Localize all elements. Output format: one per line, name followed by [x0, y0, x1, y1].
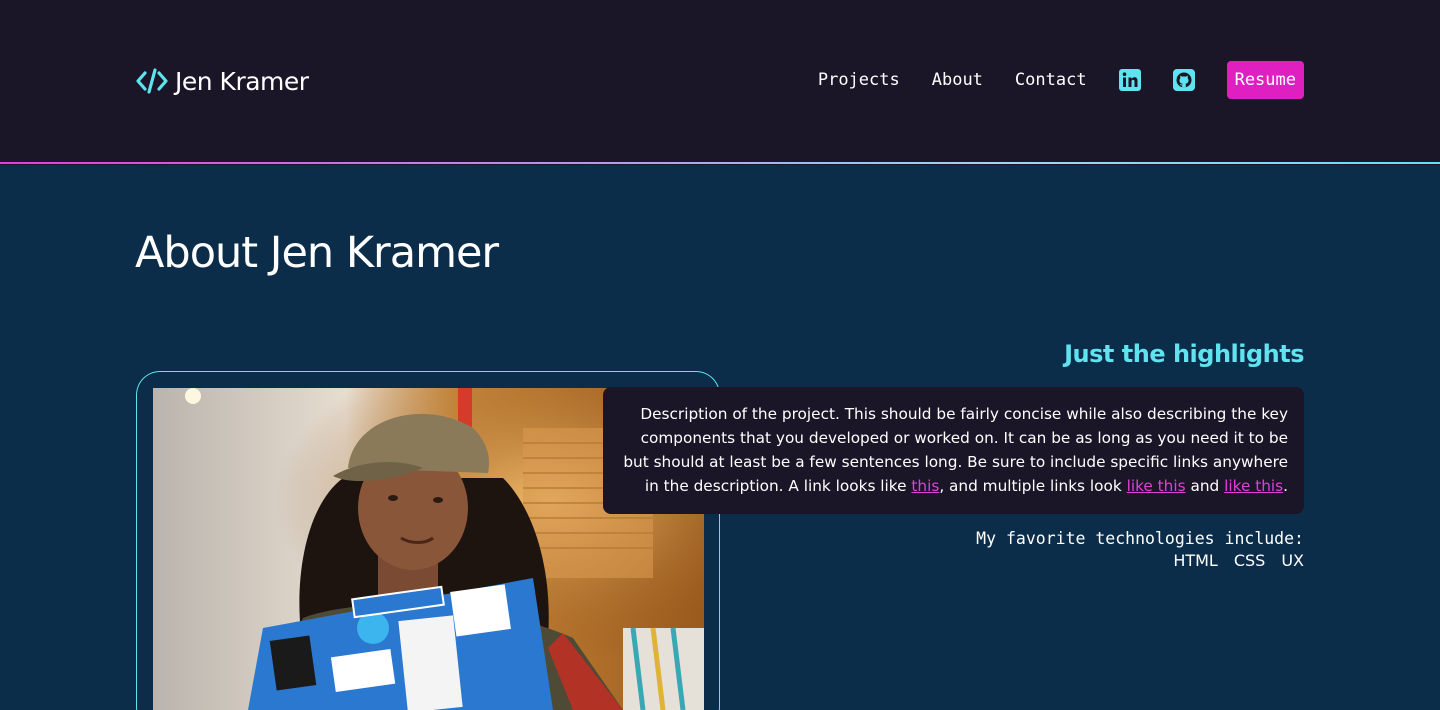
technologies-label: My favorite technologies include: [976, 529, 1304, 548]
description-box: Description of the project. This should … [603, 387, 1304, 514]
highlights-heading: Just the highlights [1064, 340, 1304, 368]
resume-button[interactable]: Resume [1226, 61, 1304, 99]
description-link-2[interactable]: like this [1127, 477, 1186, 495]
technology-item: HTML [1173, 551, 1218, 570]
brand-home-link[interactable]: Jen Kramer [136, 64, 309, 98]
github-link[interactable] [1172, 69, 1227, 91]
nav-link-projects[interactable]: Projects [818, 70, 900, 90]
code-icon [136, 68, 168, 94]
technology-item: CSS [1233, 551, 1266, 570]
main-nav: Projects About Contact Resume [818, 61, 1304, 99]
technologies-list: HTML CSS UX [1173, 551, 1304, 570]
linkedin-icon [1118, 69, 1141, 91]
site-header: Jen Kramer Projects About Contact Resume [0, 0, 1440, 165]
description-text-end: . [1283, 477, 1288, 495]
github-icon [1172, 69, 1195, 91]
description-link-1[interactable]: this [911, 477, 939, 495]
nav-link-contact[interactable]: Contact [1015, 70, 1087, 90]
brand-name: Jen Kramer [175, 66, 309, 96]
technology-item: UX [1281, 551, 1304, 570]
nav-link-about[interactable]: About [932, 70, 983, 90]
linkedin-link[interactable] [1118, 69, 1173, 91]
header-gradient-border [0, 162, 1440, 164]
description-link-3[interactable]: like this [1224, 477, 1283, 495]
page-title: About Jen Kramer [135, 228, 499, 278]
description-text-mid-1: , and multiple links look [939, 477, 1122, 495]
description-text-mid-2: and [1190, 477, 1220, 495]
